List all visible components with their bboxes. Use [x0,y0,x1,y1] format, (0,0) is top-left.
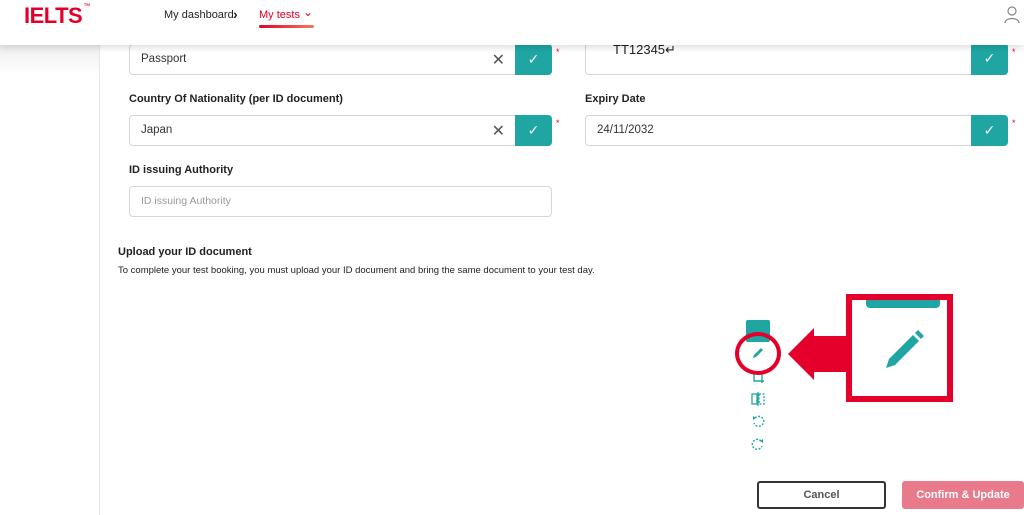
zoomed-toolbar-tab [866,300,940,308]
active-nav-underline [259,25,314,28]
flip-icon[interactable] [751,392,765,406]
annotation-arrow-head [788,328,814,380]
issuing-authority-input[interactable]: ID issuing Authority [129,186,552,217]
rotate-right-icon[interactable] [751,437,765,451]
cancel-button[interactable]: Cancel [757,481,886,509]
expiry-date-value: 24/11/2032 [597,124,654,136]
chevron-down-icon[interactable]: ⌄ [303,5,313,19]
nationality-value: Japan [141,124,173,136]
annotation-arrow-shaft [812,336,850,372]
zoomed-pencil-callout [846,294,953,402]
check-icon[interactable]: ✓ [971,43,1008,75]
issuing-authority-label: ID issuing Authority [129,164,234,176]
highlight-circle [735,332,781,375]
required-marker: * [556,47,560,57]
nationality-select[interactable]: Japan ✕ ✓ [129,115,552,146]
clear-icon[interactable]: ✕ [492,121,505,141]
id-type-select[interactable]: Passport ✕ ✓ [129,44,552,75]
left-rail-divider [99,45,100,515]
issuing-authority-placeholder: ID issuing Authority [141,195,231,207]
required-marker: * [1012,47,1016,57]
expiry-date-label: Expiry Date [585,93,646,105]
check-icon[interactable]: ✓ [515,44,552,75]
nationality-label: Country Of Nationality (per ID document) [129,93,343,105]
id-type-value: Passport [141,53,187,65]
confirm-update-button[interactable]: Confirm & Update [902,481,1024,509]
user-icon[interactable] [1004,6,1020,24]
check-icon[interactable]: ✓ [515,115,552,146]
top-header: IELTS™ My dashboard › My tests ⌄ [0,0,1024,45]
upload-title: Upload your ID document [118,246,252,258]
required-marker: * [1012,118,1016,128]
chevron-right-icon: › [233,6,238,22]
required-marker: * [556,118,560,128]
rotate-left-icon[interactable] [751,414,765,428]
clear-icon[interactable]: ✕ [492,50,505,70]
nav-my-tests[interactable]: My tests [259,9,300,21]
expiry-date-input[interactable]: 24/11/2032 ✓ [585,115,1008,146]
left-rail-shadow [0,45,99,75]
check-icon[interactable]: ✓ [971,115,1008,146]
pencil-icon [886,330,924,368]
upload-description: To complete your test booking, you must … [118,265,595,276]
ielts-logo[interactable]: IELTS™ [24,3,90,29]
nav-my-dashboard[interactable]: My dashboard [164,9,234,21]
